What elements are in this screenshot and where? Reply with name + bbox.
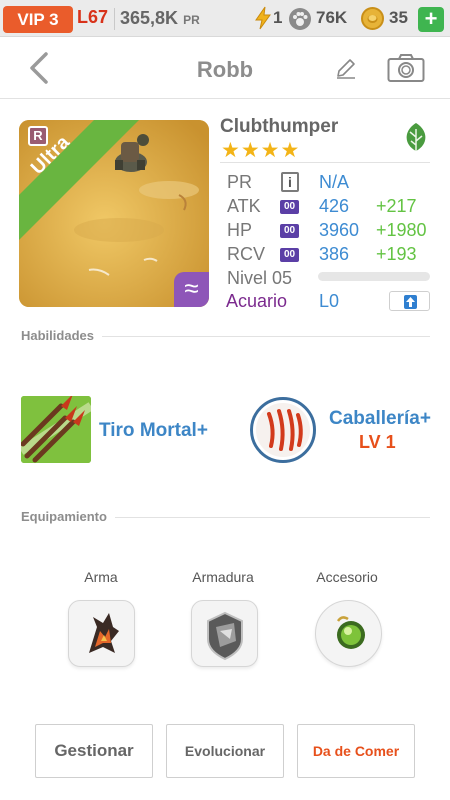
pencil-icon[interactable] — [334, 56, 358, 80]
power-rating-unit: PR — [183, 13, 200, 27]
pr-value: N/A — [319, 172, 350, 192]
family-level: L0 — [319, 291, 340, 311]
status-bar: VIP 3 L67 365,8K PR 1 76K 35 + — [0, 0, 450, 37]
info-icon[interactable]: i — [281, 172, 299, 192]
atk-value: 426 — [319, 196, 350, 216]
rcv-label: RCV — [227, 244, 266, 264]
stats-divider — [220, 162, 430, 163]
family-label: Acuario — [226, 291, 288, 311]
rcv-boost-badge: 00 — [280, 248, 299, 262]
add-currency-button[interactable]: + — [418, 7, 444, 32]
atk-bonus: +217 — [376, 196, 417, 216]
flame-weapon-icon — [89, 613, 119, 653]
rcv-value: 386 — [319, 244, 350, 264]
feed-button[interactable]: Da de Comer — [297, 724, 415, 778]
armor-label: Armadura — [192, 569, 254, 585]
paw-currency: 76K — [316, 8, 348, 27]
page-header: Robb — [0, 37, 450, 99]
rcv-bonus: +193 — [376, 244, 417, 264]
monster-detail-screen: VIP 3 L67 365,8K PR 1 76K 35 + Robb Ultr… — [0, 0, 450, 800]
monster-name: Clubthumper — [220, 116, 339, 137]
paw-icon — [289, 8, 311, 30]
level-progress-bar — [318, 272, 430, 281]
level-label: Nivel 05 — [227, 268, 293, 288]
hp-value: 3960 — [319, 220, 360, 240]
player-power-rating: 365,8K PR — [120, 8, 200, 29]
hp-boost-badge: 00 — [280, 224, 299, 238]
arrow-up-icon — [404, 295, 417, 309]
coin-icon — [361, 7, 384, 30]
pr-label: PR — [227, 172, 253, 192]
skill-level: LV 1 — [359, 432, 396, 452]
coin-count: 35 — [389, 8, 408, 27]
leaf-icon — [406, 123, 426, 151]
hp-bonus: +1980 — [376, 220, 427, 240]
skills-heading: Habilidades — [21, 328, 102, 343]
vip-badge[interactable]: VIP 3 — [3, 6, 73, 33]
weapon-label: Arma — [84, 569, 118, 585]
weapon-slot[interactable] — [68, 600, 135, 667]
equipment-heading: Equipamiento — [21, 509, 115, 524]
power-rating-value: 365,8K — [120, 8, 179, 28]
hp-label: HP — [227, 220, 253, 240]
page-title: Robb — [196, 57, 254, 82]
shield-armor-icon — [207, 611, 243, 661]
manage-button[interactable]: Gestionar — [35, 724, 153, 778]
atk-boost-badge: 00 — [280, 200, 299, 214]
evolve-button[interactable]: Evolucionar — [166, 724, 284, 778]
energy-count: 1 — [273, 8, 283, 27]
accessory-slot[interactable] — [315, 600, 382, 667]
water-type-icon: ≈ — [174, 272, 209, 307]
atk-label: ATK — [227, 196, 261, 216]
green-gem-accessory-icon — [336, 616, 365, 649]
camera-icon[interactable] — [387, 53, 425, 83]
armor-slot[interactable] — [191, 600, 258, 667]
accessory-label: Accesorio — [316, 569, 378, 585]
player-level: L67 — [77, 7, 109, 27]
skill-name-caballeria: Caballería+ — [329, 408, 431, 429]
star-rating: ★★★★ — [221, 139, 301, 162]
claw-skill-icon[interactable] — [250, 397, 316, 463]
lightning-icon — [255, 6, 271, 30]
rarity-badge: R — [28, 126, 48, 146]
skill-name-tiro-mortal: Tiro Mortal+ — [99, 420, 208, 441]
upgrade-button[interactable] — [389, 291, 430, 311]
status-divider — [114, 8, 115, 30]
arrows-skill-icon[interactable] — [21, 396, 91, 463]
